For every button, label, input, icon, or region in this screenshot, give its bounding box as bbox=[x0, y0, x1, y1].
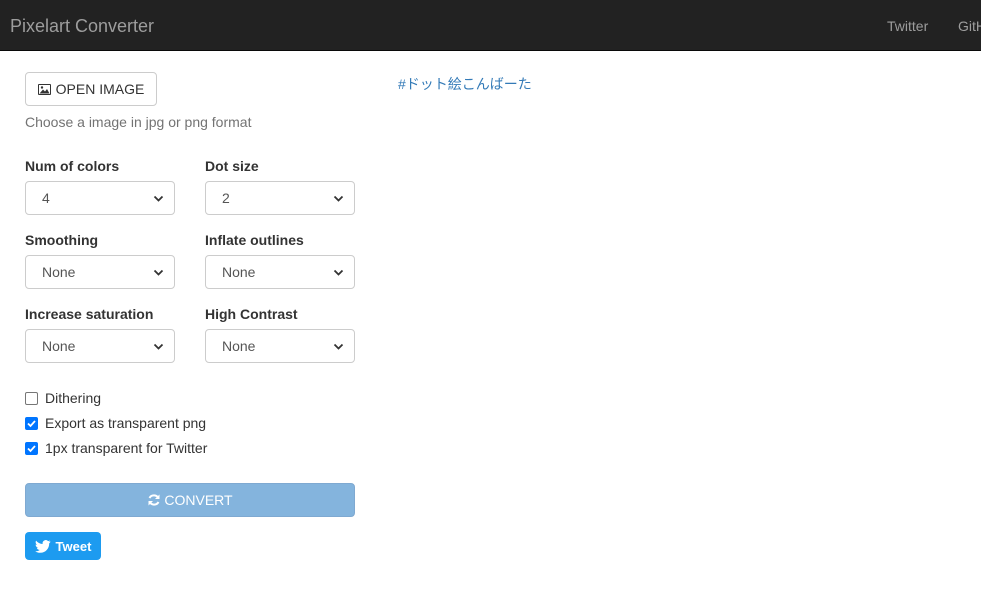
num-colors-select[interactable]: 4 bbox=[25, 181, 175, 215]
dithering-checkbox[interactable] bbox=[25, 391, 38, 405]
open-image-button[interactable]: OPEN IMAGE bbox=[25, 72, 157, 106]
export-transparent-label: Export as transparent png bbox=[45, 415, 207, 431]
twitter-transparent-option[interactable]: 1px transparent for Twitter bbox=[25, 440, 207, 456]
tweet-button[interactable]: Tweet bbox=[25, 532, 101, 560]
chevron-down-icon bbox=[333, 343, 344, 350]
smoothing-label: Smoothing bbox=[25, 232, 99, 248]
inflate-outlines-value: None bbox=[222, 264, 256, 280]
dithering-label: Dithering bbox=[45, 390, 102, 406]
increase-saturation-select[interactable]: None bbox=[25, 329, 175, 363]
convert-label: CONVERT bbox=[164, 492, 233, 508]
chevron-down-icon bbox=[153, 269, 164, 276]
chevron-down-icon bbox=[153, 195, 164, 202]
brand-title[interactable]: Pixelart Converter bbox=[10, 15, 154, 37]
open-image-label: OPEN IMAGE bbox=[55, 81, 145, 97]
export-transparent-option[interactable]: Export as transparent png bbox=[25, 415, 206, 431]
dot-size-label: Dot size bbox=[205, 158, 259, 174]
nav-link-github[interactable]: GitHub bbox=[958, 17, 981, 35]
hashtag-link[interactable]: #ドット絵こんばーた bbox=[398, 74, 532, 94]
export-transparent-checkbox[interactable] bbox=[25, 416, 38, 430]
high-contrast-label: High Contrast bbox=[205, 306, 298, 322]
picture-icon bbox=[37, 83, 51, 95]
num-colors-label: Num of colors bbox=[25, 158, 120, 174]
twitter-transparent-checkbox[interactable] bbox=[25, 441, 38, 455]
dithering-option[interactable]: Dithering bbox=[25, 390, 101, 406]
chevron-down-icon bbox=[333, 195, 344, 202]
inflate-outlines-select[interactable]: None bbox=[205, 255, 355, 289]
high-contrast-select[interactable]: None bbox=[205, 329, 355, 363]
chevron-down-icon bbox=[153, 343, 164, 350]
smoothing-value: None bbox=[42, 264, 76, 280]
smoothing-select[interactable]: None bbox=[25, 255, 175, 289]
inflate-outlines-label: Inflate outlines bbox=[205, 232, 304, 248]
increase-saturation-label: Increase saturation bbox=[25, 306, 154, 322]
navbar: Pixelart Converter Twitter GitHub bbox=[0, 0, 981, 51]
chevron-down-icon bbox=[333, 269, 344, 276]
refresh-icon bbox=[148, 494, 160, 506]
tweet-label: Tweet bbox=[55, 538, 92, 554]
checkmark-icon bbox=[27, 444, 36, 452]
convert-button[interactable]: CONVERT bbox=[25, 483, 355, 517]
twitter-bird-icon bbox=[34, 539, 51, 553]
checkmark-icon bbox=[27, 419, 36, 427]
dot-size-value: 2 bbox=[222, 190, 230, 206]
high-contrast-value: None bbox=[222, 338, 256, 354]
nav-link-twitter[interactable]: Twitter bbox=[887, 17, 928, 35]
num-colors-value: 4 bbox=[42, 190, 50, 206]
upload-help-text: Choose a image in jpg or png format bbox=[25, 114, 252, 130]
increase-saturation-value: None bbox=[42, 338, 76, 354]
dot-size-select[interactable]: 2 bbox=[205, 181, 355, 215]
twitter-transparent-label: 1px transparent for Twitter bbox=[45, 440, 208, 456]
